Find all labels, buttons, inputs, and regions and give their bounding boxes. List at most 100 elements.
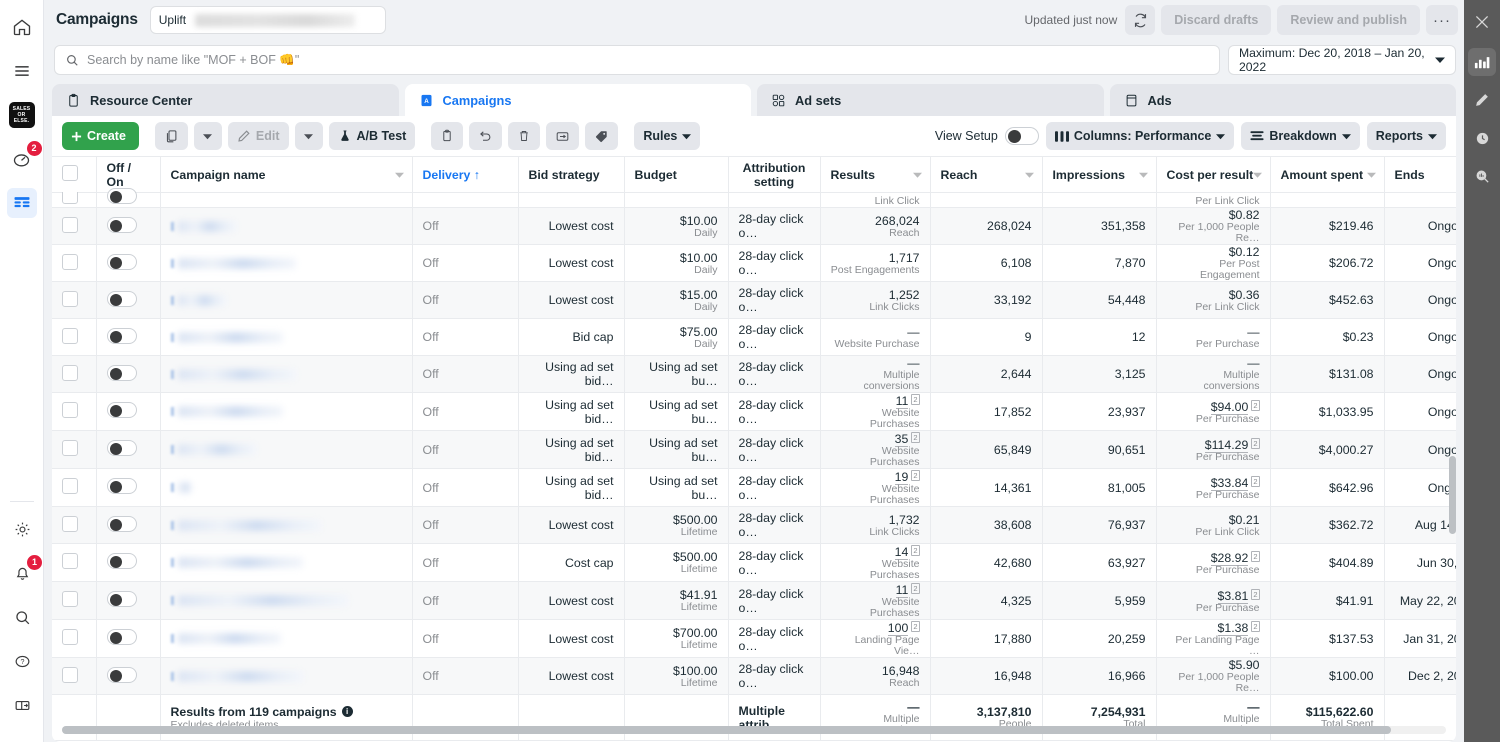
help-icon[interactable]: ? [7,646,37,676]
table-row[interactable]: Off Cost cap $500.00 Lifetime 28-day click o… [52,543,1456,582]
header-ends[interactable]: Ends [1384,156,1456,193]
table-row[interactable]: Off Lowest cost $41.91 Lifetime 28-day click… [52,581,1456,620]
row-checkbox[interactable] [62,290,78,307]
tab-campaigns[interactable]: A Campaigns [404,84,751,116]
bell-icon[interactable]: 1 [7,555,42,588]
info-icon[interactable]: i [341,706,353,717]
row-toggle[interactable] [106,253,137,270]
header-results[interactable]: Results [820,156,931,193]
campaigns-table-scroll[interactable]: Off / On Campaign name Delivery ↑ Bid st… [52,156,1456,742]
header-attribution-setting[interactable]: Attribution setting [728,156,821,193]
row-name-cell[interactable] [160,392,413,431]
row-toggle[interactable] [106,402,137,418]
table-row[interactable]: Off Lowest cost $500.00 Lifetime 28-day clic… [52,506,1456,544]
row-select-cell[interactable] [52,468,97,507]
speedometer-icon[interactable]: 2 [7,141,42,174]
more-options-button[interactable]: ··· [1426,5,1458,35]
table-row[interactable]: Off Using ad set bid… Using ad set bu… 28-d… [52,355,1456,393]
reports-button[interactable]: Reports [1366,122,1446,150]
chevron-down-icon[interactable] [394,170,404,179]
row-select-cell[interactable] [52,207,97,245]
menu-icon[interactable] [7,56,37,86]
row-checkbox[interactable] [62,666,78,683]
table-row[interactable]: Off Using ad set bid… Using ad set bu… 28-d… [52,468,1456,507]
tag-icon[interactable] [585,122,619,150]
row-offon-cell[interactable] [96,355,161,393]
row-toggle[interactable] [106,188,137,204]
row-toggle[interactable] [106,666,137,683]
row-checkbox[interactable] [62,327,78,344]
tab-ads[interactable]: Ads [1109,84,1456,116]
row-offon-cell[interactable] [96,281,161,319]
row-toggle[interactable] [106,440,137,456]
table-row[interactable]: Off Lowest cost $10.00 Daily 28-day click o…… [52,244,1456,282]
row-offon-cell[interactable] [96,581,161,620]
row-offon-cell[interactable] [96,543,161,582]
row-offon-cell[interactable] [96,207,161,245]
bar-chart-icon[interactable] [1468,48,1496,76]
row-select-cell[interactable] [52,657,97,695]
row-checkbox[interactable] [62,629,78,645]
horizontal-scrollbar[interactable] [62,726,1446,734]
header-bid-strategy[interactable]: Bid strategy [518,156,625,193]
row-checkbox[interactable] [62,478,78,494]
ab-test-button[interactable]: A/B Test [328,122,416,150]
home-icon[interactable] [7,12,37,42]
row-toggle[interactable] [106,290,137,307]
tab-ad-sets[interactable]: Ad sets [757,84,1104,116]
header-impressions[interactable]: Impressions [1042,156,1157,193]
table-row[interactable]: Off Bid cap $75.00 Daily 28-day click o… — Web… [52,318,1456,356]
table-row-partial[interactable]: Link Click Per Link Click [52,188,1456,208]
row-toggle[interactable] [106,216,137,233]
edit-dropdown-button[interactable] [294,122,323,150]
table-row[interactable]: Off Using ad set bid… Using ad set bu… 28-d… [52,392,1456,431]
header-budget[interactable]: Budget [624,156,729,193]
search-icon[interactable] [7,602,37,632]
breakdown-button[interactable]: Breakdown [1241,122,1360,150]
row-select-cell[interactable] [52,543,97,582]
row-name-cell[interactable] [160,192,413,208]
row-name-cell[interactable] [160,355,413,393]
row-name-cell[interactable] [160,581,413,620]
refresh-icon[interactable] [1125,5,1156,35]
row-toggle[interactable] [106,591,137,607]
row-select-cell[interactable] [52,281,97,319]
table-icon[interactable] [6,188,37,218]
row-checkbox[interactable] [62,402,78,418]
horizontal-scrollbar-thumb[interactable] [62,726,1391,734]
rules-button[interactable]: Rules [634,122,701,150]
chevron-down-icon[interactable] [1024,170,1034,179]
row-name-cell[interactable] [160,657,413,695]
row-name-cell[interactable] [160,619,413,658]
row-select-cell[interactable] [52,506,97,544]
columns-button[interactable]: Columns: Performance [1045,122,1235,150]
row-name-cell[interactable] [160,543,413,582]
table-row[interactable]: Off Using ad set bid… Using ad set bu… 28-d… [52,430,1456,469]
row-select-cell[interactable] [52,581,97,620]
tab-resource-center[interactable]: Resource Center [52,84,399,116]
table-row[interactable]: Off Lowest cost $700.00 Lifetime 28-day clic… [52,619,1456,658]
header-campaign-name[interactable]: Campaign name [160,156,413,193]
table-row[interactable]: Off Lowest cost $100.00 Lifetime 28-day clic… [52,657,1456,695]
row-checkbox[interactable] [62,364,78,381]
row-checkbox[interactable] [62,591,78,607]
row-select-cell[interactable] [52,244,97,282]
row-checkbox[interactable] [62,553,78,569]
panel-icon[interactable] [7,690,37,720]
discard-drafts-button[interactable]: Discard drafts [1161,5,1272,35]
row-offon-cell[interactable] [96,657,161,695]
row-name-cell[interactable] [160,430,413,469]
row-name-cell[interactable] [160,281,413,319]
gear-icon[interactable] [7,514,37,544]
row-select-cell[interactable] [52,188,97,208]
row-name-cell[interactable] [160,244,413,282]
create-button[interactable]: Create [62,122,139,150]
account-selector[interactable]: Uplift [149,6,386,34]
row-select-cell[interactable] [52,355,97,393]
row-offon-cell[interactable] [96,188,161,208]
row-checkbox[interactable] [62,253,78,270]
row-toggle[interactable] [106,553,137,569]
row-toggle[interactable] [106,327,137,344]
row-checkbox[interactable] [62,515,78,532]
chevron-down-icon[interactable] [1252,170,1262,179]
